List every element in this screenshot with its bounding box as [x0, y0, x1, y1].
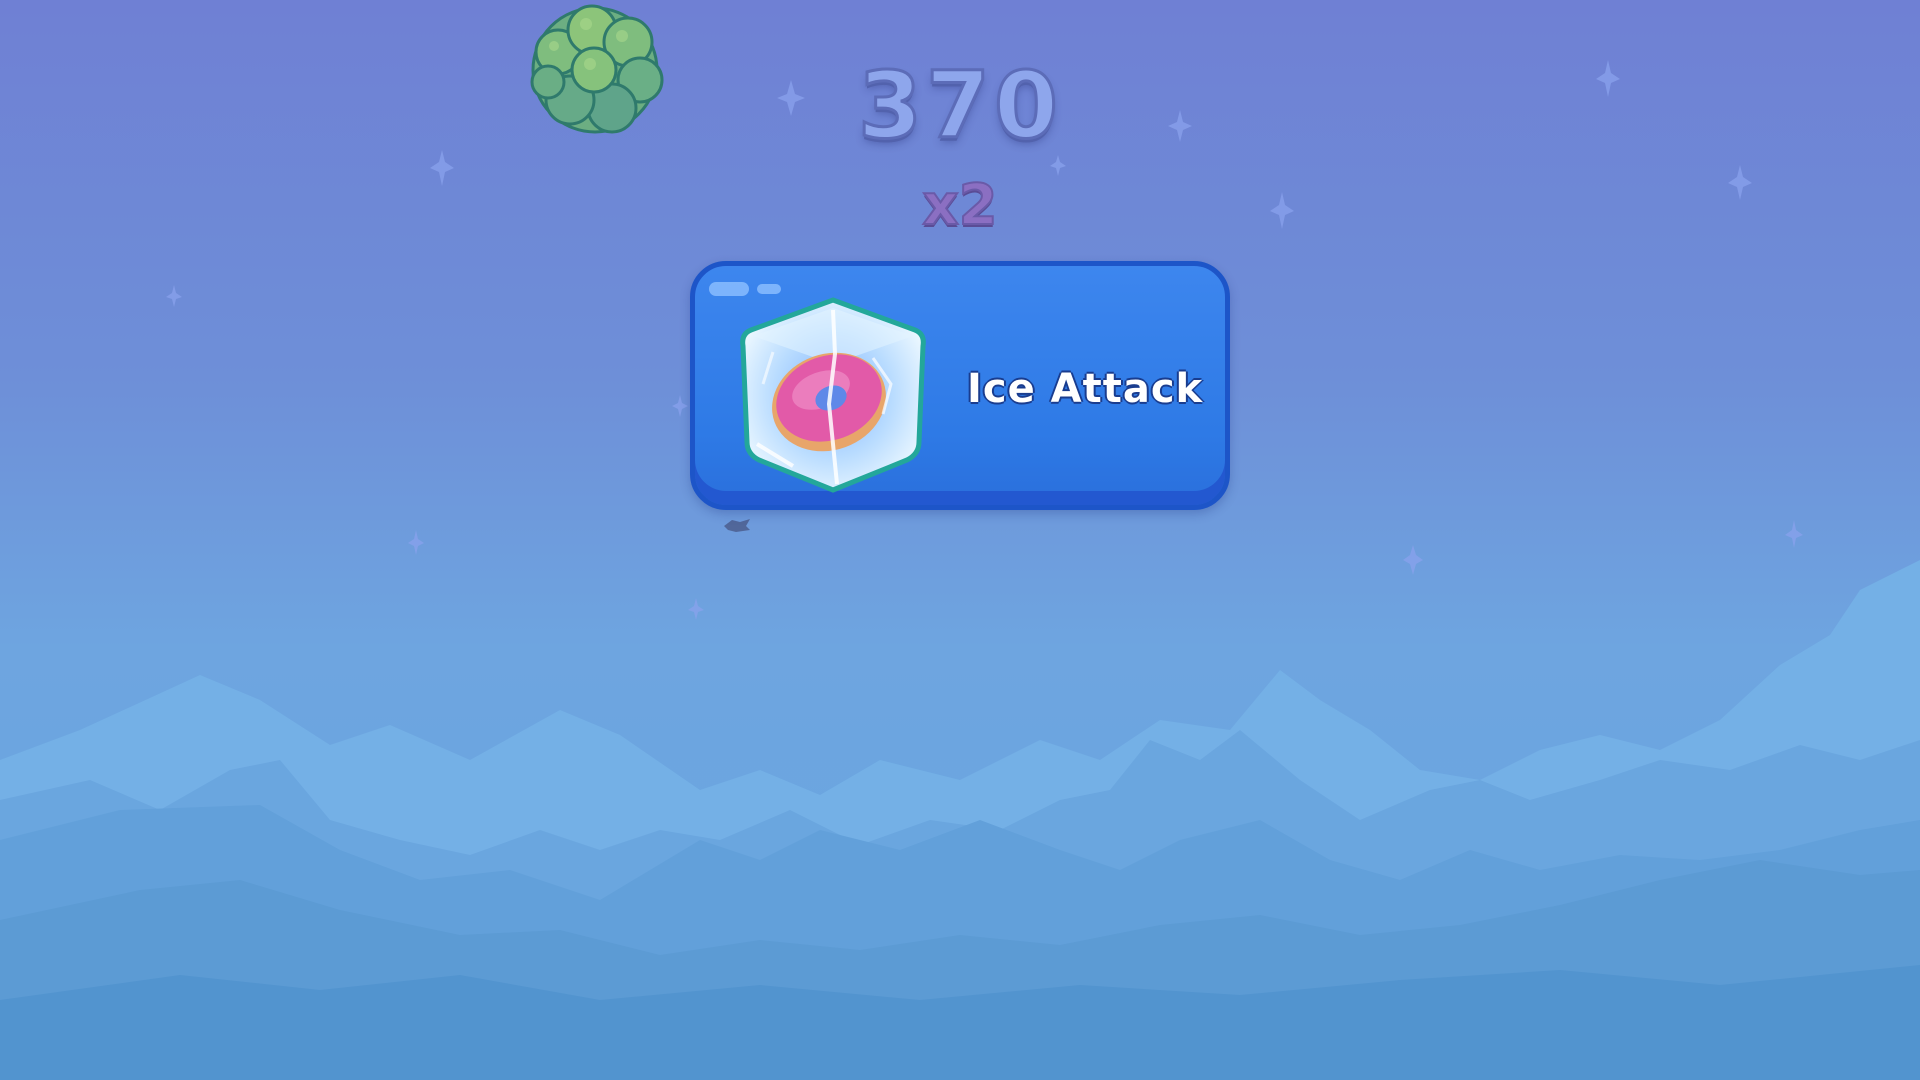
multiplier-display: x2 — [921, 173, 998, 238]
broccoli-icon[interactable] — [520, 0, 675, 145]
background-scenery — [0, 60, 1920, 1080]
frozen-donut-icon — [740, 297, 926, 493]
game-scene: 370 x2 Ice Attack — [0, 0, 1920, 1080]
banner-shine-small — [757, 284, 781, 294]
powerup-banner: Ice Attack — [690, 261, 1230, 510]
debris-icon — [724, 519, 750, 532]
powerup-label: Ice Attack — [967, 366, 1204, 412]
score-display: 370 — [856, 52, 1063, 159]
